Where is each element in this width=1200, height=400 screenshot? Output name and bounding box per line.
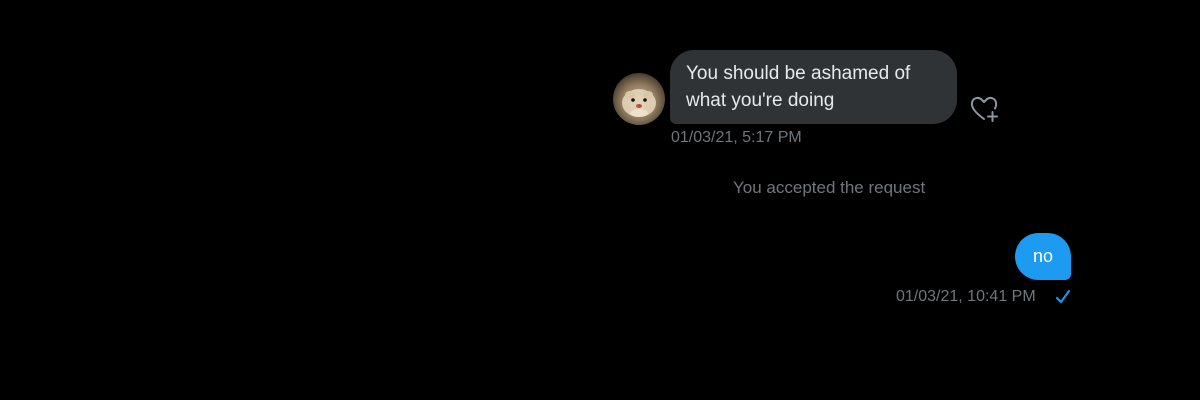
incoming-message-line-1: You should be ashamed of xyxy=(686,63,911,84)
incoming-message-timestamp: 01/03/21, 5:17 PM xyxy=(671,129,802,146)
outgoing-message-text: no xyxy=(1032,246,1054,266)
heart-plus-icon[interactable] xyxy=(968,92,1002,126)
incoming-message-line-2: what you're doing xyxy=(686,90,835,111)
hamster-avatar-icon xyxy=(622,89,656,117)
outgoing-message-bubble[interactable]: no xyxy=(1015,233,1071,280)
outgoing-message-timestamp: 01/03/21, 10:41 PM xyxy=(896,288,1036,305)
incoming-message-bubble[interactable]: You should be ashamed of what you're doi… xyxy=(670,50,957,124)
request-accepted-notice: You accepted the request xyxy=(733,178,926,197)
checkmark-icon xyxy=(1053,288,1073,306)
dm-conversation: You should be ashamed of what you're doi… xyxy=(0,0,1200,400)
sender-avatar[interactable] xyxy=(613,73,665,125)
